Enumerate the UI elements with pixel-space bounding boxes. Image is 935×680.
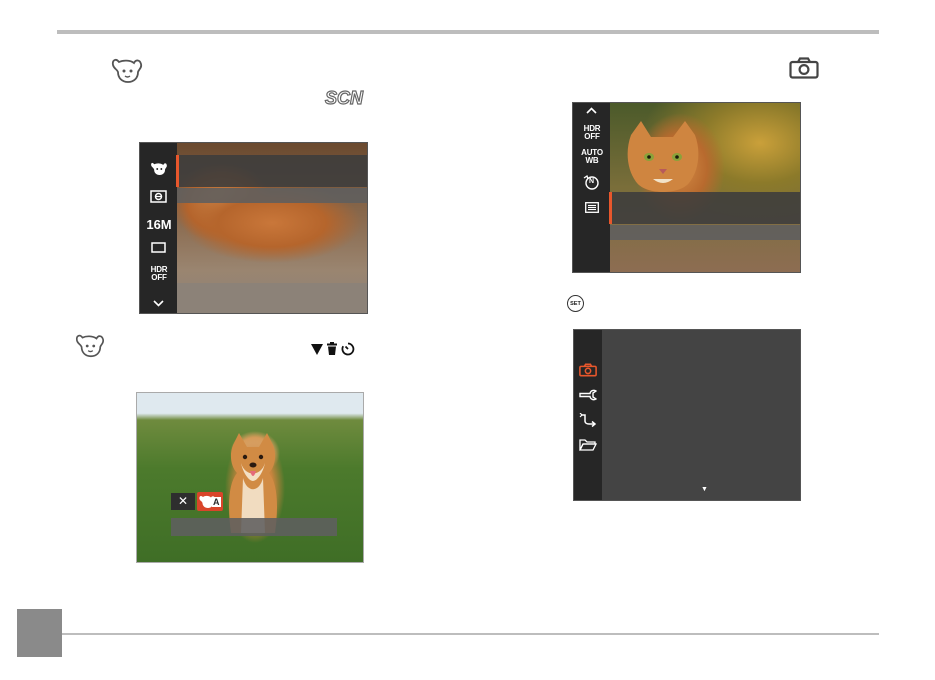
selected-option-bar[interactable] (177, 155, 367, 187)
pet-mode-icon (74, 332, 106, 360)
trash-icon (326, 342, 338, 355)
camera-screen-quick-menu: HDR OFF AUTO WB N (572, 102, 801, 273)
folder-icon[interactable] (579, 438, 597, 451)
scroll-down-indicator[interactable]: ▼ (701, 486, 708, 493)
metering-icon[interactable] (150, 190, 167, 203)
scn-badge: SCN (324, 87, 364, 108)
chevron-up-icon[interactable] (586, 107, 597, 114)
wrench-icon[interactable] (579, 389, 597, 401)
hdr-setting[interactable]: HDR OFF (577, 125, 607, 141)
pet-mode-icon[interactable] (149, 160, 169, 178)
menu-tabs (574, 330, 602, 500)
color-mode-label: N (589, 178, 595, 185)
side-menu: HDR OFF AUTO WB N (573, 103, 610, 272)
wb-state: WB (585, 156, 599, 165)
option-description-bar (610, 225, 800, 240)
camera-icon[interactable] (579, 363, 597, 377)
color-mode-icon[interactable]: N (582, 174, 602, 190)
hdr-state: OFF (151, 273, 167, 282)
camera-screen-pet-detect: ✕ A (136, 392, 364, 563)
option-description-bar (177, 188, 367, 203)
camera-screen-scene-menu: 16M HDR OFF (139, 142, 368, 314)
hdr-state: OFF (584, 132, 600, 141)
resolution-label[interactable]: 16M (144, 218, 174, 231)
auto-badge: A (212, 497, 221, 507)
camera-screen-settings-menu: ▼ (573, 329, 801, 501)
side-menu: 16M HDR OFF (140, 143, 177, 313)
selected-option-bar[interactable] (610, 192, 800, 224)
pet-auto-button[interactable]: A (197, 492, 223, 511)
close-button[interactable]: ✕ (171, 493, 195, 510)
hdr-setting[interactable]: HDR OFF (144, 266, 174, 282)
self-timer-icon (341, 342, 355, 356)
selection-indicator (176, 155, 179, 187)
top-rule (57, 30, 879, 34)
chevron-down-icon[interactable] (153, 300, 164, 307)
set-button-icon: SET (567, 295, 584, 312)
menu-list-icon[interactable] (585, 202, 599, 213)
camera-icon (789, 57, 819, 79)
pet-mode-icon (110, 56, 144, 86)
bottom-rule (62, 633, 879, 635)
triangle-down-icon (311, 344, 323, 355)
option-description-bar (171, 518, 337, 536)
selection-indicator (609, 192, 612, 224)
aspect-ratio-icon[interactable] (151, 242, 166, 253)
white-balance-setting[interactable]: AUTO WB (575, 149, 609, 165)
transfer-icon[interactable] (579, 413, 597, 429)
page-number-tab (17, 609, 62, 657)
